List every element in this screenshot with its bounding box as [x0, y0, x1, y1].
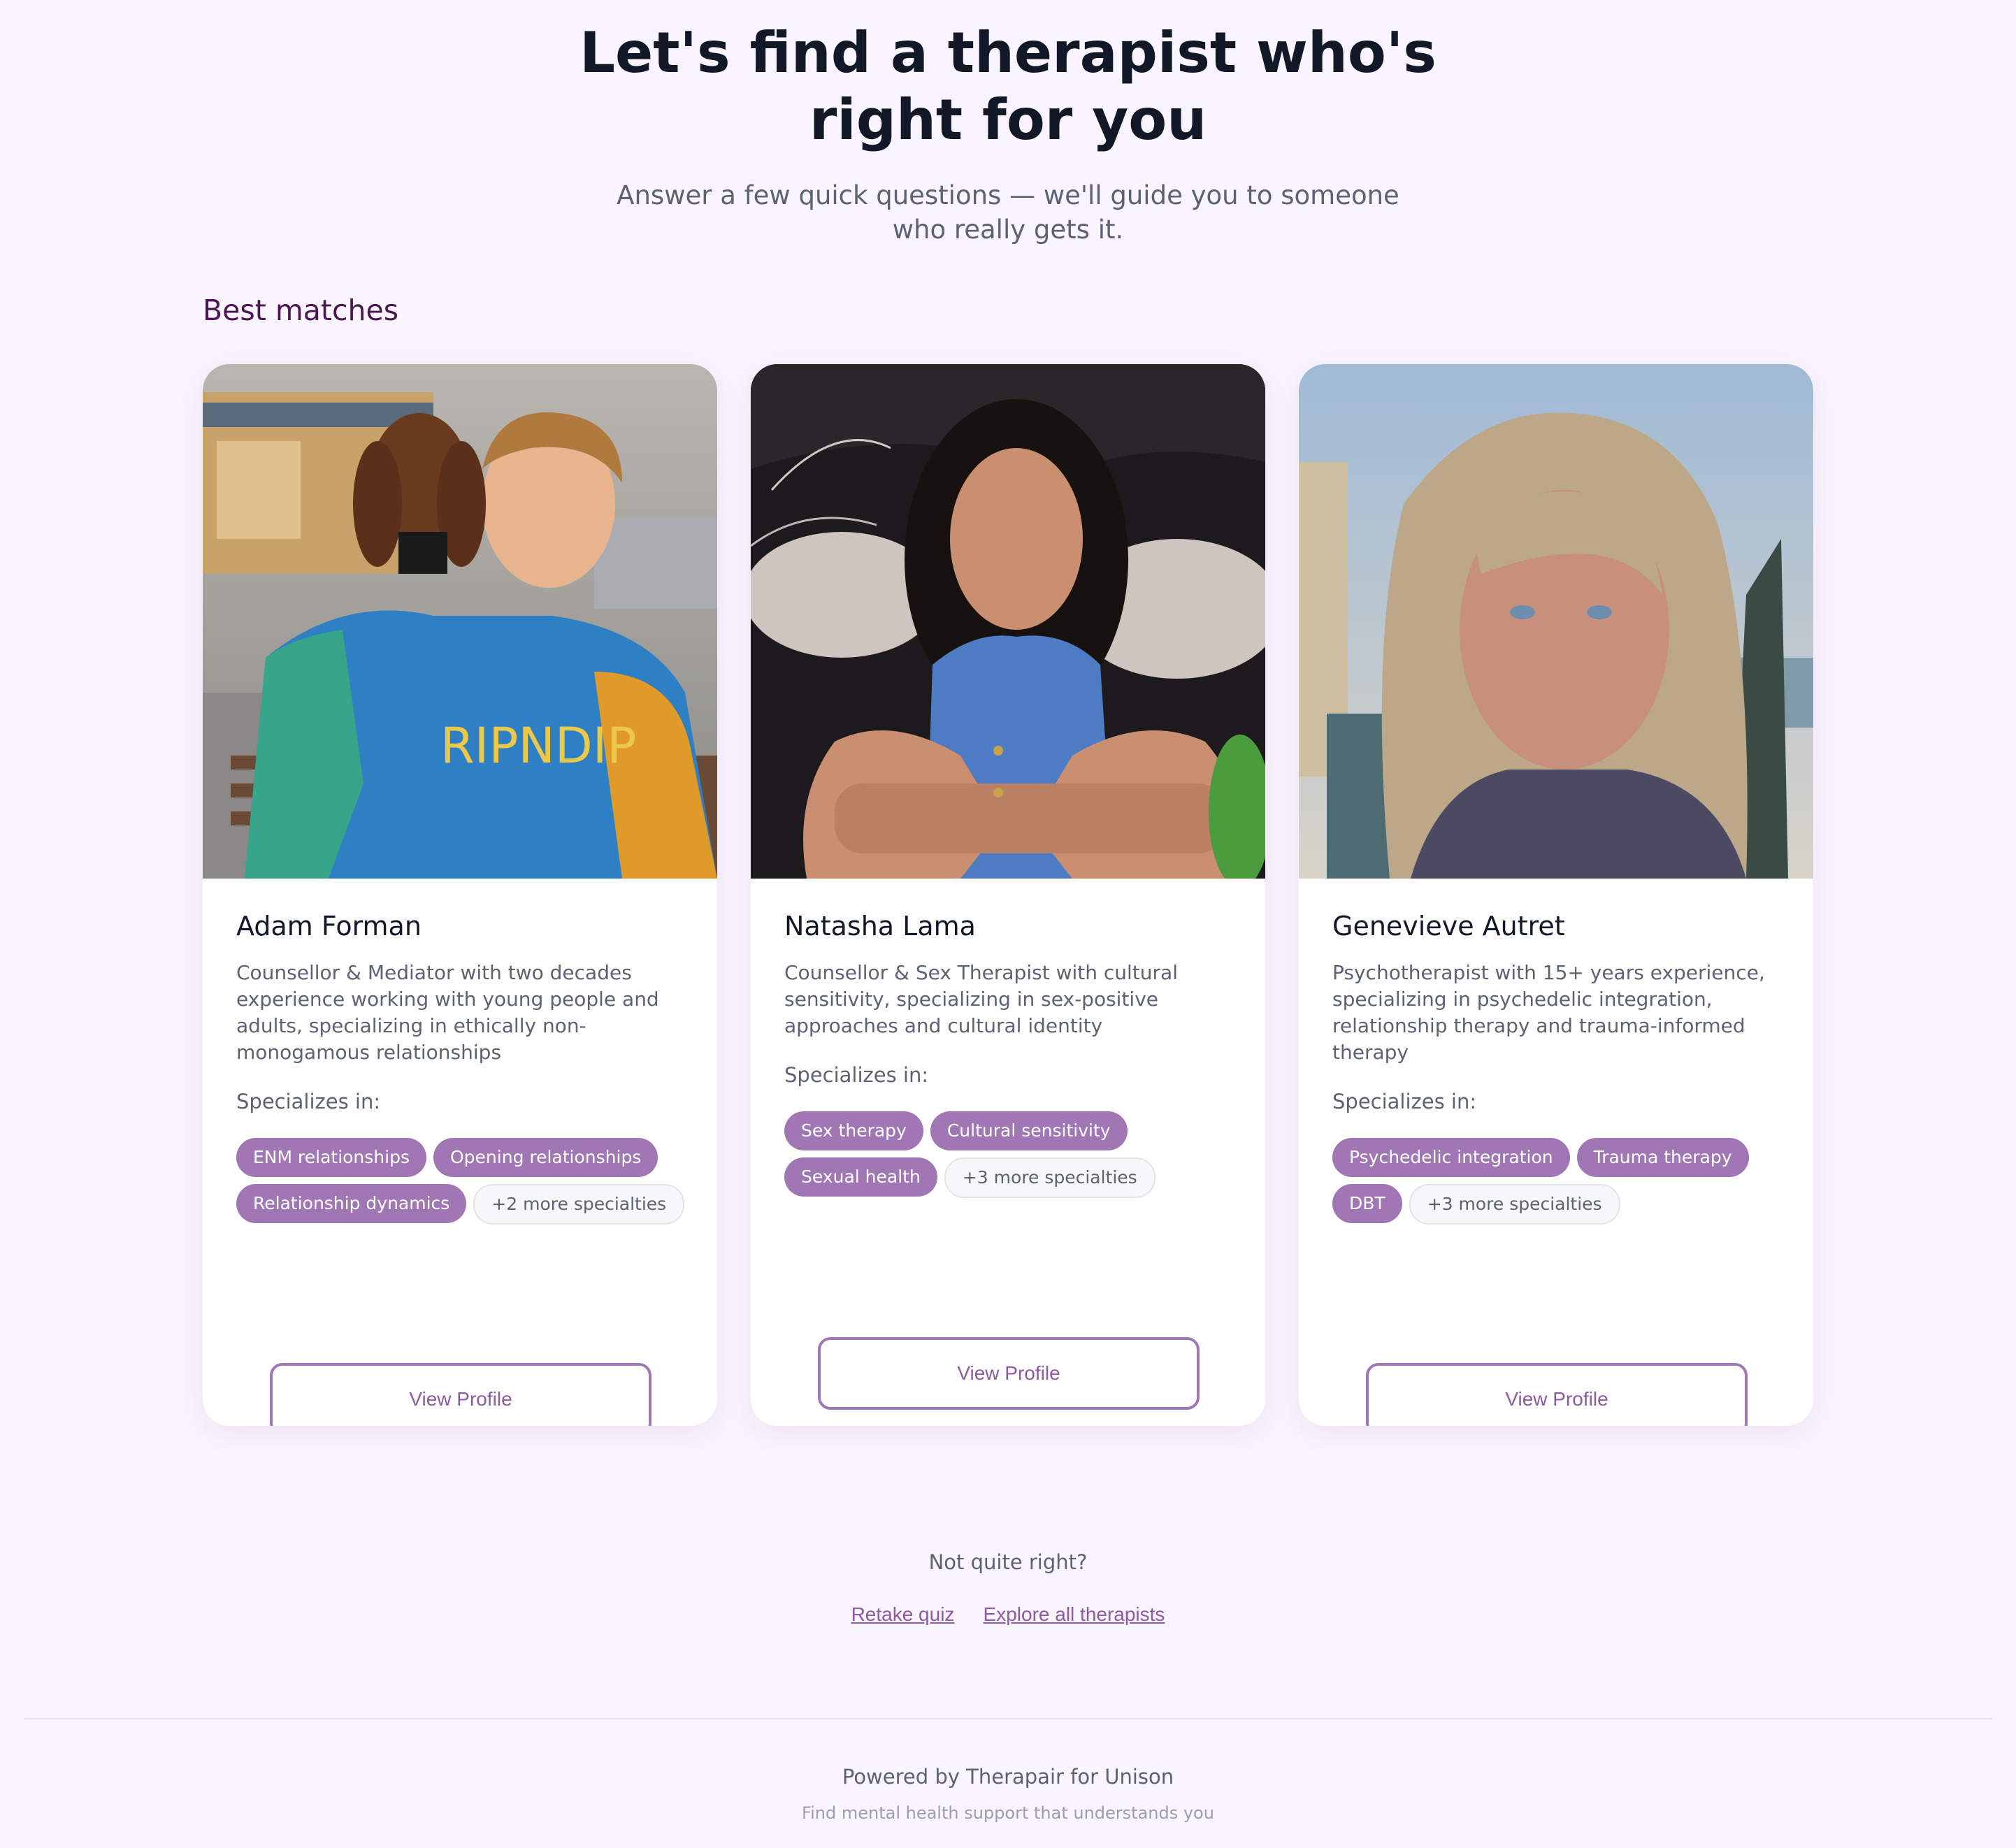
- specialty-chip: Sexual health: [784, 1157, 937, 1197]
- specialty-chip: Cultural sensitivity: [930, 1111, 1128, 1150]
- footer-links: Retake quiz Explore all therapists: [0, 1603, 2016, 1626]
- not-quite-right-text: Not quite right?: [928, 1550, 1088, 1574]
- divider: [23, 1718, 1993, 1719]
- more-specialties-chip[interactable]: +3 more specialties: [1409, 1184, 1620, 1225]
- powered-by-text: Powered by Therapair for Unison: [842, 1765, 1174, 1789]
- specialty-list: ENM relationships Opening relationships …: [236, 1138, 691, 1225]
- svg-text:RIPNDIP: RIPNDIP: [440, 717, 637, 774]
- therapist-card: Natasha Lama Counsellor & Sex Therapist …: [751, 364, 1265, 1426]
- retake-quiz-link[interactable]: Retake quiz: [851, 1603, 955, 1625]
- therapist-bio: Counsellor & Mediator with two decades e…: [236, 961, 659, 1064]
- therapist-name: Natasha Lama: [784, 911, 976, 941]
- specialty-chip: Sex therapy: [784, 1111, 923, 1150]
- specialty-list: Sex therapy Cultural sensitivity Sexual …: [784, 1111, 1239, 1198]
- page-subtitle: Answer a few quick questions — we'll gui…: [617, 180, 1399, 245]
- specialty-chip: Relationship dynamics: [236, 1184, 467, 1223]
- specialty-chip: DBT: [1332, 1184, 1402, 1223]
- specialty-chip: ENM relationships: [236, 1138, 426, 1177]
- specializes-label: Specializes in:: [784, 1063, 929, 1087]
- view-profile-button[interactable]: View Profile: [818, 1337, 1200, 1410]
- specialty-chip: Trauma therapy: [1576, 1138, 1749, 1177]
- section-title: Best matches: [203, 294, 399, 327]
- specialty-chip: Opening relationships: [433, 1138, 658, 1177]
- therapist-bio: Counsellor & Sex Therapist with cultural…: [784, 961, 1178, 1037]
- footer-tagline: Find mental health support that understa…: [802, 1803, 1214, 1823]
- therapist-photo: [1299, 364, 1813, 879]
- more-specialties-chip[interactable]: +2 more specialties: [473, 1184, 685, 1225]
- therapist-bio: Psychotherapist with 15+ years experienc…: [1332, 961, 1765, 1064]
- therapist-photo: RIPNDIP: [203, 364, 717, 879]
- explore-therapists-link[interactable]: Explore all therapists: [984, 1603, 1165, 1625]
- view-profile-button[interactable]: View Profile: [1366, 1363, 1748, 1426]
- therapist-photo: [751, 364, 1265, 879]
- specialty-list: Psychedelic integration Trauma therapy D…: [1332, 1138, 1787, 1225]
- therapist-card: RIPNDIP Adam Forman Counsellor & Mediato…: [203, 364, 717, 1426]
- page-title: Let's find a therapist who's right for y…: [579, 20, 1437, 152]
- therapist-card: Genevieve Autret Psychotherapist with 15…: [1299, 364, 1813, 1426]
- specialty-chip: Psychedelic integration: [1332, 1138, 1570, 1177]
- therapist-name: Adam Forman: [236, 911, 422, 941]
- specializes-label: Specializes in:: [1332, 1090, 1477, 1113]
- specializes-label: Specializes in:: [236, 1090, 381, 1113]
- view-profile-button[interactable]: View Profile: [270, 1363, 651, 1426]
- therapist-name: Genevieve Autret: [1332, 911, 1565, 941]
- more-specialties-chip[interactable]: +3 more specialties: [944, 1157, 1155, 1198]
